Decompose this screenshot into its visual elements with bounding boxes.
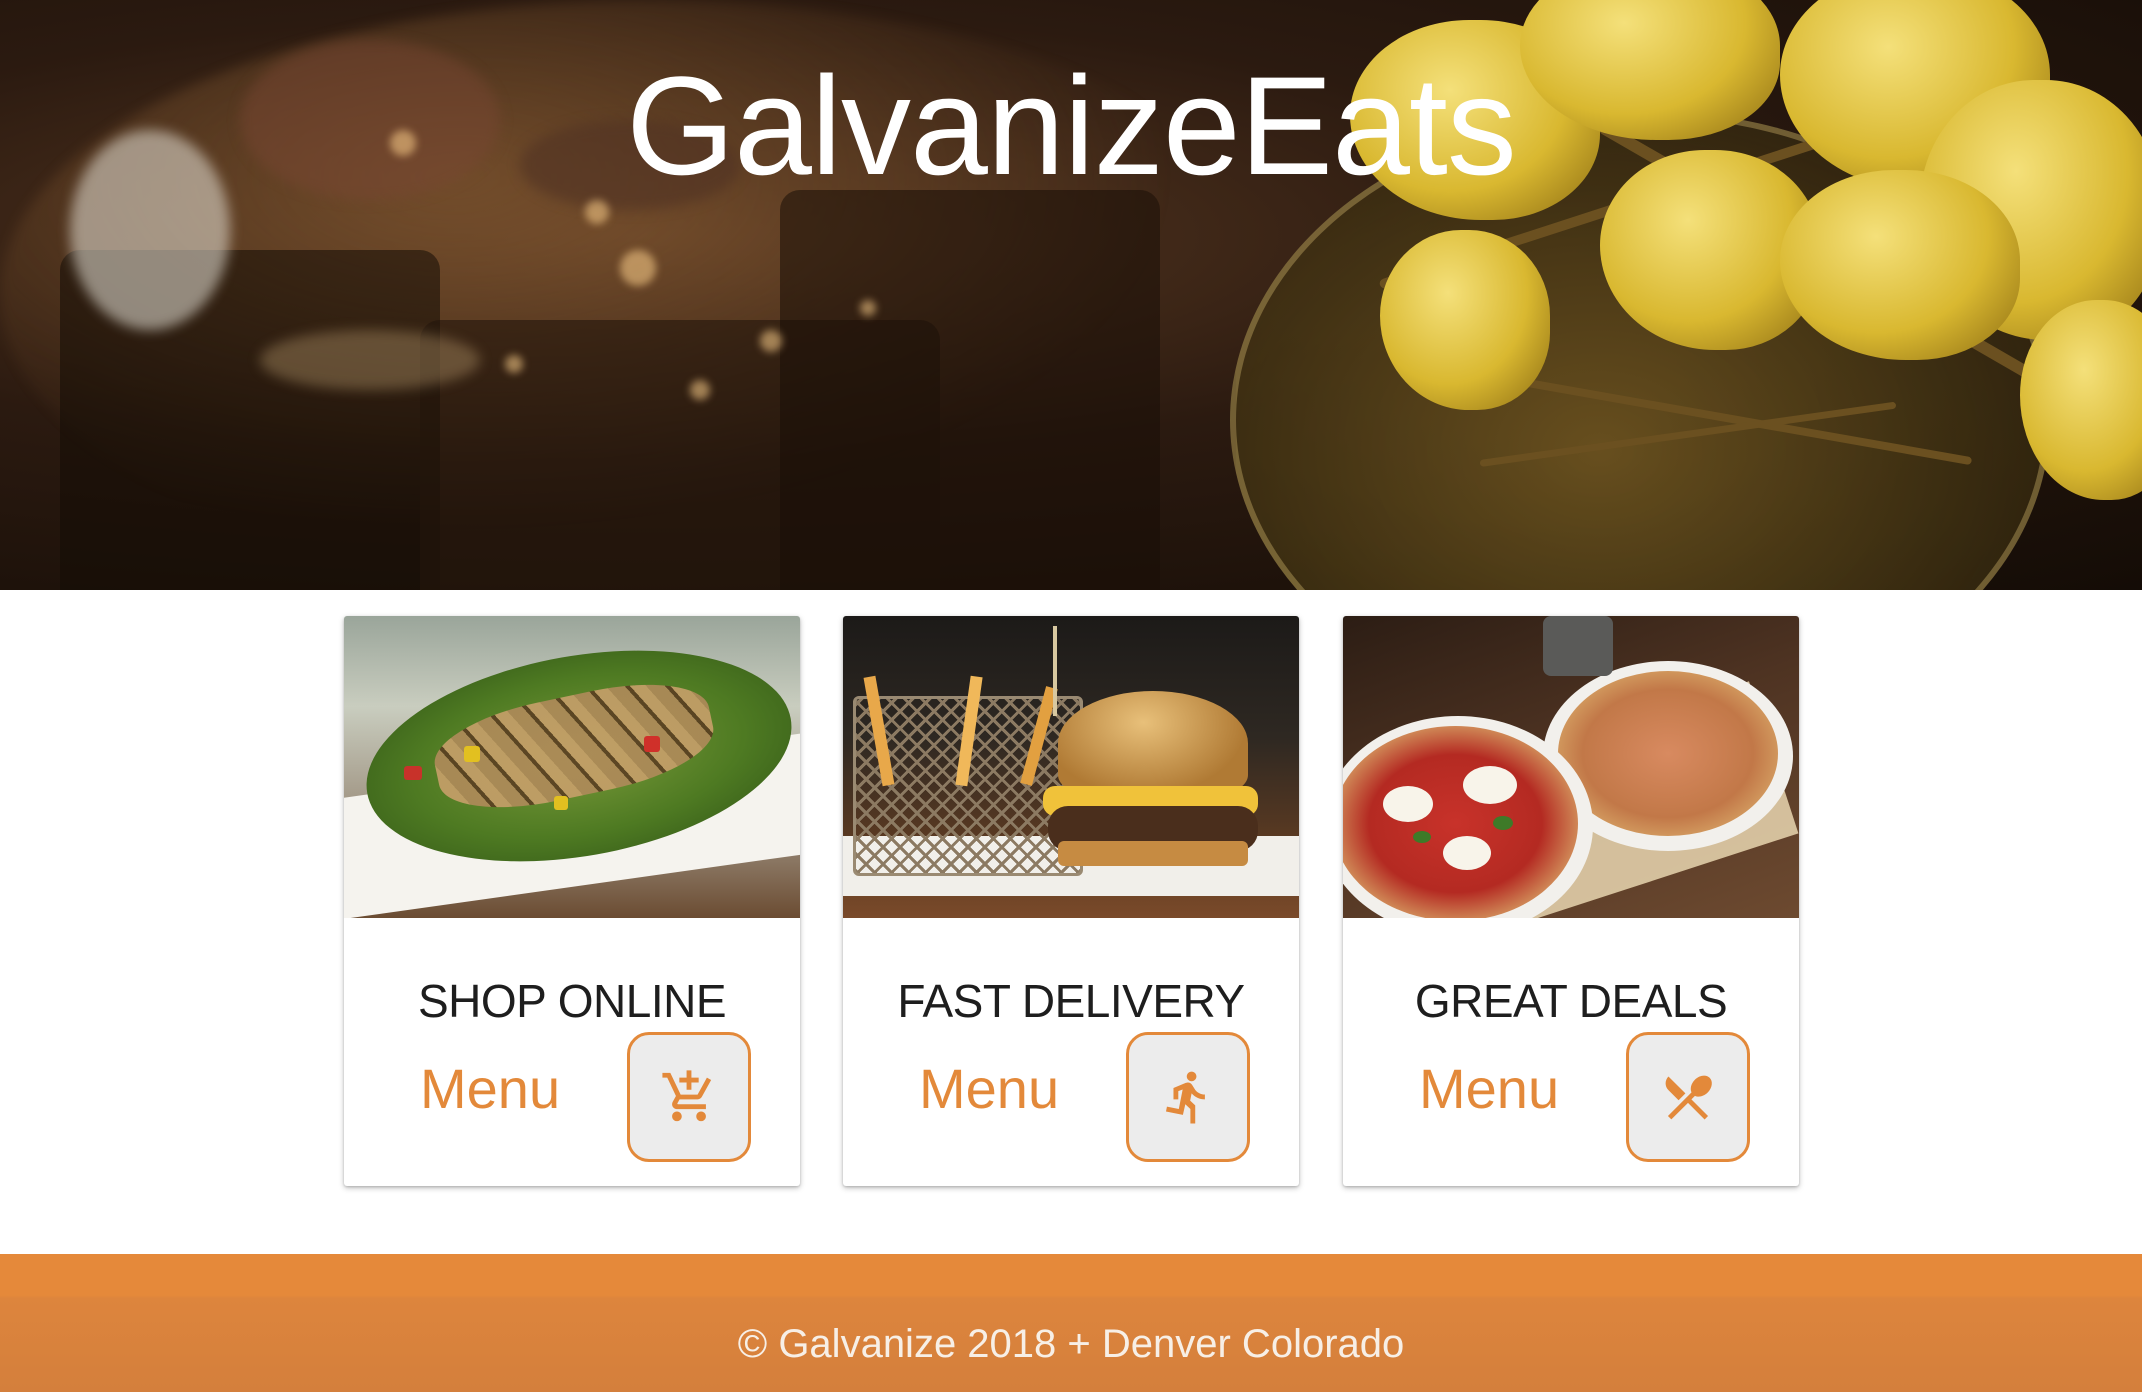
hero-banner: GalvanizeEats: [0, 0, 2142, 590]
footer: © Galvanize 2018 + Denver Colorado: [0, 1254, 2142, 1392]
add-to-cart-button[interactable]: [627, 1032, 751, 1162]
card-title: SHOP ONLINE: [417, 975, 727, 1027]
footer-copyright: © Galvanize 2018 + Denver Colorado: [737, 1322, 1405, 1366]
delivery-button[interactable]: [1126, 1032, 1250, 1162]
menu-link[interactable]: Menu: [1419, 1056, 1559, 1121]
menu-link[interactable]: Menu: [420, 1056, 560, 1121]
page-title: GalvanizeEats: [626, 47, 1517, 204]
menu-link[interactable]: Menu: [919, 1056, 1059, 1121]
pizza-image: [1343, 616, 1799, 918]
fork-spoon-icon: [1665, 1075, 1712, 1120]
running-person-icon: [1165, 1071, 1205, 1124]
card-great-deals: GREAT DEALS Menu: [1343, 616, 1799, 1186]
card-title: GREAT DEALS: [1414, 975, 1728, 1027]
card-fast-delivery: FAST DELIVERY Menu: [843, 616, 1299, 1186]
burger-image: [843, 616, 1299, 918]
deals-button[interactable]: [1626, 1032, 1750, 1162]
card-title: FAST DELIVERY: [897, 975, 1245, 1027]
card-shop-online: SHOP ONLINE Menu: [344, 616, 800, 1186]
salad-image: [344, 616, 800, 918]
add-shopping-cart-icon: [662, 1070, 712, 1122]
